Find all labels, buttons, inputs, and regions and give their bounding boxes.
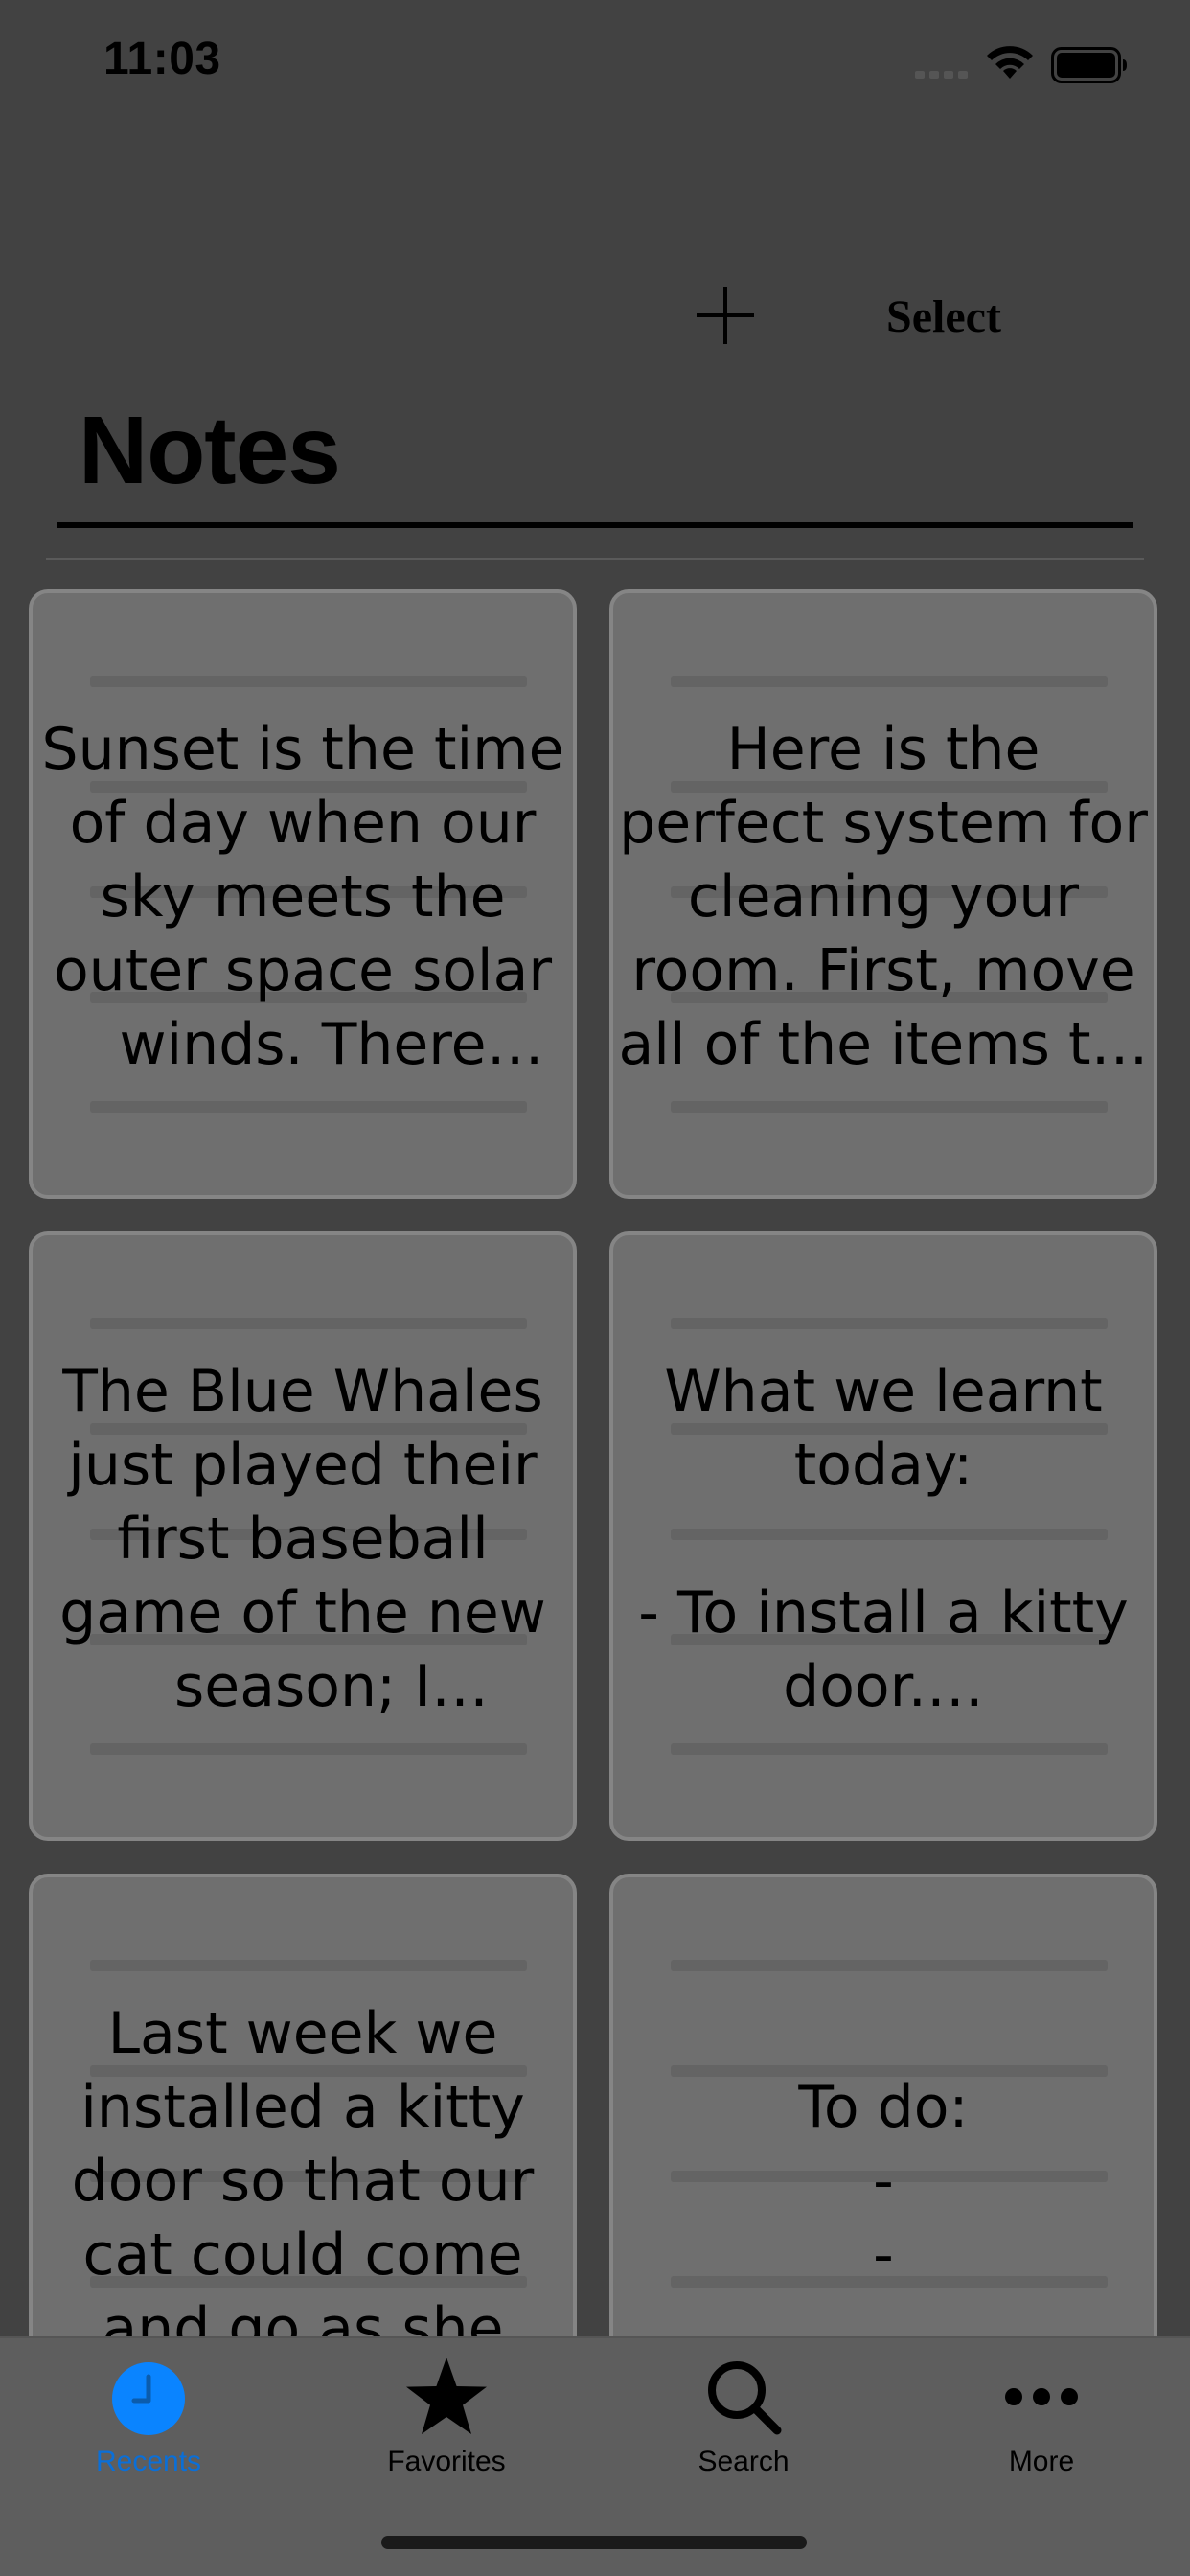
note-preview-text: Last week we installed a kitty door so t… [71, 2000, 535, 2362]
note-card[interactable]: The Blue Whales just played their first … [29, 1231, 577, 1841]
note-preview-text: Here is the perfect system for cleaning … [618, 716, 1149, 1078]
note-card[interactable]: Here is the perfect system for cleaning … [609, 589, 1157, 1199]
card-rule-line [671, 1743, 1108, 1755]
more-icon [1005, 2388, 1078, 2405]
wifi-icon [987, 46, 1033, 79]
header-divider [46, 558, 1144, 560]
status-bar: 11:03 [0, 0, 1190, 126]
note-preview-text: What we learnt today: - To install a kit… [638, 1358, 1129, 1720]
tab-more[interactable]: More [922, 2338, 1161, 2492]
card-rule-line [90, 1960, 527, 1971]
note-preview-text: The Blue Whales just played their first … [59, 1358, 546, 1720]
card-rule-line [671, 1318, 1108, 1329]
add-note-button[interactable] [692, 282, 759, 349]
card-rule-line [671, 1101, 1108, 1113]
page-title: Notes [79, 397, 341, 504]
search-icon [708, 2361, 782, 2435]
cellular-signal-icon [915, 71, 968, 79]
note-card[interactable]: What we learnt today: - To install a kit… [609, 1231, 1157, 1841]
card-rule-line [671, 1960, 1108, 1971]
star-icon [406, 2358, 487, 2434]
clock-icon [112, 2362, 185, 2435]
tab-label: Favorites [387, 2446, 506, 2477]
select-button[interactable]: Select [862, 286, 1025, 347]
card-rule-line [90, 1743, 527, 1755]
note-preview-text: To do: - - [798, 2074, 969, 2288]
home-indicator [381, 2536, 807, 2549]
card-rule-line [90, 676, 527, 687]
title-underline [57, 522, 1133, 528]
status-time: 11:03 [103, 34, 221, 84]
note-preview-text: Sunset is the time of day when our sky m… [41, 716, 564, 1078]
note-card[interactable]: Sunset is the time of day when our sky m… [29, 589, 577, 1199]
tab-recents[interactable]: Recents [29, 2338, 268, 2492]
card-rule-line [90, 1101, 527, 1113]
tab-favorites[interactable]: Favorites [327, 2338, 566, 2492]
tab-search[interactable]: Search [624, 2338, 863, 2492]
tab-label: More [1008, 2446, 1075, 2477]
card-rule-line [90, 1318, 527, 1329]
card-rule-line [671, 676, 1108, 687]
plus-icon [697, 287, 754, 344]
tab-label: Search [698, 2446, 790, 2477]
tab-label: Recents [95, 2446, 202, 2477]
battery-icon [1051, 47, 1127, 83]
